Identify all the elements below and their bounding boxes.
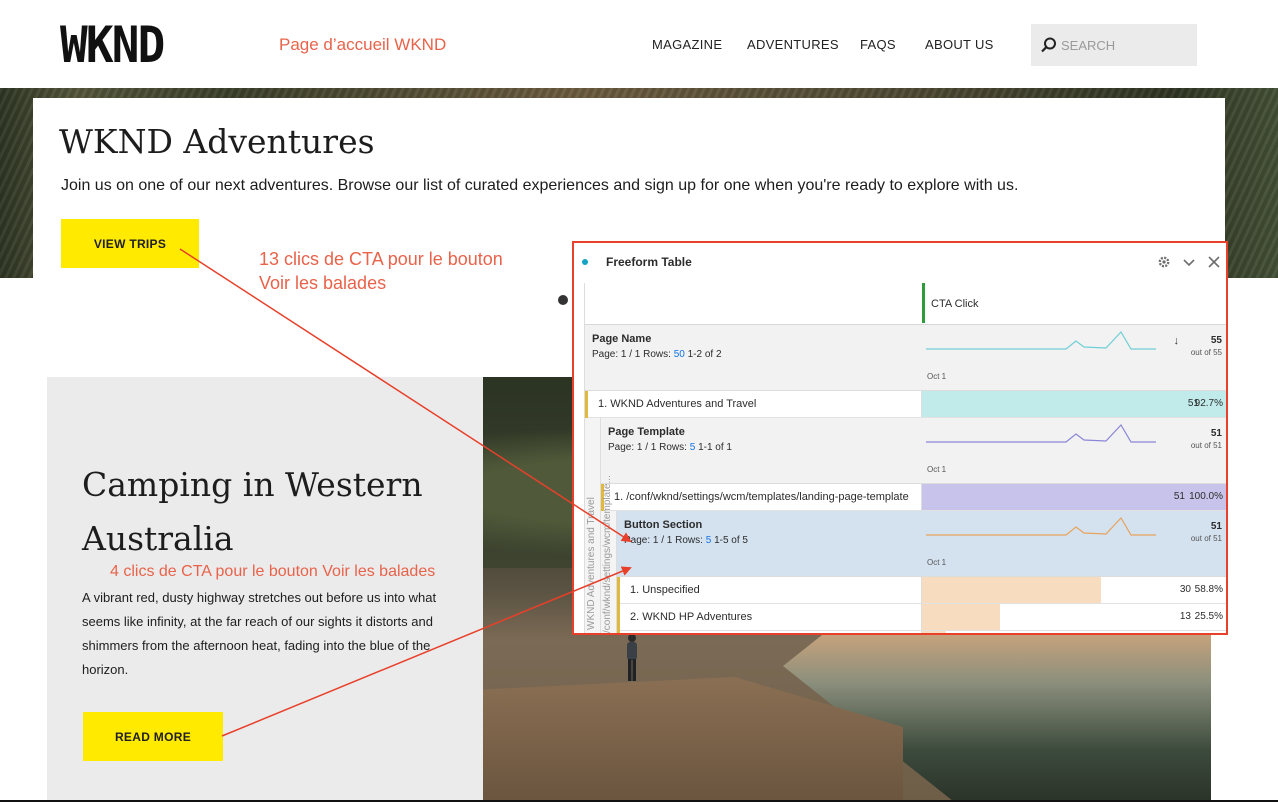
rows-selector[interactable]: 5 — [690, 442, 696, 453]
row-indicator — [585, 391, 588, 418]
row-value: 30 — [1179, 584, 1191, 595]
view-trips-annotation: 13 clics de CTA pour le bouton Voir les … — [259, 247, 559, 295]
gear-icon[interactable] — [1157, 255, 1171, 269]
annotation-line-1: 13 clics de CTA pour le bouton — [259, 249, 503, 269]
nested-label-page: WKND Adventures and Travel — [586, 497, 597, 630]
metric-label: CTA Click — [931, 298, 979, 310]
row-label: 2. WKND HP Adventures — [630, 611, 753, 623]
row-percent: 25.5% — [1194, 611, 1223, 622]
metric-color-bar — [922, 283, 925, 323]
view-trips-button[interactable]: VIEW TRIPS — [61, 219, 199, 268]
row-label: 1. /conf/wknd/settings/wcm/templates/lan… — [614, 491, 909, 503]
row-value: 13 — [1179, 611, 1191, 622]
dimension-total-of: out of 55 — [1190, 348, 1222, 357]
sparkline-date: Oct 1 — [927, 465, 947, 474]
row-percent: 58.8% — [1194, 584, 1223, 595]
dimension-title: Button Section — [624, 519, 703, 531]
dimension-title: Page Template — [608, 426, 685, 438]
chevron-down-icon[interactable] — [1182, 255, 1196, 269]
row-indicator — [617, 577, 620, 604]
table-row[interactable]: 1. Unspecified 30 58.8% — [617, 577, 1226, 604]
camping-title: Camping in Western Australia — [82, 465, 423, 558]
carousel-dot[interactable] — [558, 295, 568, 305]
freeform-table-body: CTA Click Page Name Page: 1 / 1 Rows: 50… — [584, 283, 1226, 633]
sparkline — [926, 331, 1156, 350]
dimension-total-of: out of 51 — [1190, 441, 1222, 450]
search-icon — [1041, 37, 1056, 53]
rows-selector[interactable]: 5 — [706, 535, 712, 546]
row-label: 1. Unspecified — [630, 584, 700, 596]
site-header: WKND Page d’accueil WKND MAGAZINE ADVENT… — [0, 0, 1278, 88]
dimension-pagination: Page: 1 / 1 Rows: 5 1-5 of 5 — [624, 535, 748, 546]
table-row-page-template[interactable]: 1. /conf/wknd/settings/wcm/templates/lan… — [601, 484, 1226, 511]
pagination-prefix: Page: 1 / 1 Rows: — [608, 442, 687, 453]
freeform-table-title: Freeform Table — [606, 255, 692, 269]
pagination-range: 1-5 of 5 — [714, 535, 748, 546]
nav-about-us[interactable]: ABOUT US — [925, 37, 994, 52]
sparkline-date: Oct 1 — [927, 372, 947, 381]
dimension-total: 55 — [1210, 335, 1222, 346]
row-percent: 92.7% — [1194, 398, 1223, 409]
table-row[interactable]: 2. WKND HP Adventures 13 25.5% — [617, 604, 1226, 631]
dimension-header-button-section[interactable]: Button Section Page: 1 / 1 Rows: 5 1-5 o… — [617, 511, 1226, 577]
sparkline — [926, 517, 1156, 536]
dimension-total: 51 — [1210, 521, 1222, 532]
freeform-table-panel: Freeform Table CTA Click Page Name Page:… — [572, 241, 1228, 635]
dimension-total: 51 — [1210, 428, 1222, 439]
dimension-pagination: Page: 1 / 1 Rows: 5 1-1 of 1 — [608, 442, 732, 453]
dimension-pagination: Page: 1 / 1 Rows: 50 1-2 of 2 — [592, 349, 722, 360]
pagination-range: 1-1 of 1 — [698, 442, 732, 453]
table-row-page-name[interactable]: 1. WKND Adventures and Travel 51 92.7% — [585, 391, 1226, 418]
sort-descending-icon[interactable]: ↓ — [1174, 335, 1180, 347]
read-more-button[interactable]: READ MORE — [83, 712, 223, 761]
wknd-logo[interactable]: WKND — [60, 18, 165, 72]
pagination-range: 1-2 of 2 — [687, 349, 722, 360]
person-figure — [627, 634, 637, 681]
close-icon[interactable] — [1207, 255, 1221, 269]
table-row[interactable]: 3. WKND HP Climbing Australia47.8% — [617, 631, 1226, 633]
hero-description: Join us on one of our next adventures. B… — [61, 177, 1019, 194]
sparkline — [926, 424, 1156, 443]
dimension-header-page-template[interactable]: Page Template Page: 1 / 1 Rows: 5 1-1 of… — [601, 418, 1226, 484]
nav-adventures[interactable]: ADVENTURES — [747, 37, 839, 52]
nested-label-template: /conf/wknd/settings/wcm/template... — [602, 475, 613, 633]
panel-status-dot — [582, 259, 588, 265]
row-bar — [922, 604, 1000, 630]
nav-magazine[interactable]: MAGAZINE — [652, 37, 722, 52]
homepage-annotation: Page d’accueil WKND — [279, 35, 447, 54]
search-input[interactable] — [1061, 24, 1191, 66]
sparkline-date: Oct 1 — [927, 558, 947, 567]
metric-column-header[interactable]: CTA Click — [585, 283, 1226, 325]
row-bar — [922, 577, 1101, 603]
row-value: 51 — [1173, 491, 1185, 502]
dimension-header-page-name[interactable]: Page Name Page: 1 / 1 Rows: 50 1-2 of 2 … — [585, 325, 1226, 391]
freeform-table-header: Freeform Table — [574, 243, 1226, 283]
row-indicator — [617, 631, 620, 633]
dimension-total-of: out of 51 — [1190, 534, 1222, 543]
annotation-line-2: Voir les balades — [259, 273, 387, 293]
hero-title: WKND Adventures — [59, 122, 375, 161]
row-bar — [922, 391, 1226, 417]
search-box[interactable] — [1031, 24, 1197, 66]
pagination-prefix: Page: 1 / 1 Rows: — [624, 535, 703, 546]
row-indicator — [617, 604, 620, 631]
pagination-prefix: Page: 1 / 1 Rows: — [592, 349, 671, 360]
camping-description: A vibrant red, dusty highway stretches o… — [82, 590, 437, 677]
row-bar — [922, 631, 946, 633]
read-more-annotation: 4 clics de CTA pour le bouton Voir les b… — [110, 563, 436, 580]
rows-selector[interactable]: 50 — [674, 349, 685, 360]
row-percent: 100.0% — [1189, 491, 1223, 502]
nav-faqs[interactable]: FAQS — [860, 37, 896, 52]
dimension-title: Page Name — [592, 333, 652, 345]
row-label: 1. WKND Adventures and Travel — [598, 398, 757, 410]
